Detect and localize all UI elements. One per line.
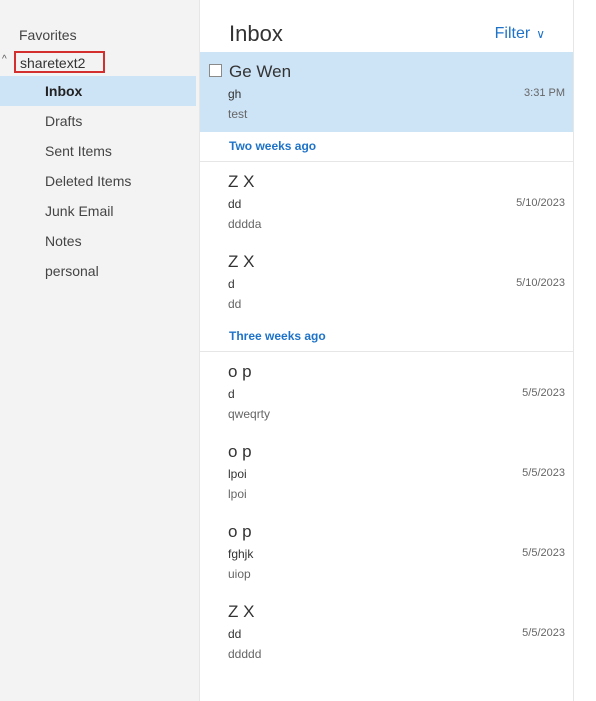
folder-sent-items[interactable]: Sent Items (0, 136, 196, 166)
chevron-down-icon: ∨ (536, 27, 545, 41)
group-label: Two weeks ago (229, 139, 317, 153)
account-highlight-box: sharetext2 (14, 51, 105, 73)
message-subject: dd (228, 627, 242, 641)
message-time: 5/10/2023 (516, 277, 565, 289)
message-sender: o p (228, 522, 252, 541)
message-item[interactable]: Z X dd dddda 5/10/2023 (200, 162, 573, 242)
account-label[interactable]: sharetext2 (20, 55, 85, 71)
message-preview: test (228, 107, 248, 121)
folder-deleted-items[interactable]: Deleted Items (0, 166, 196, 196)
message-sender: o p (228, 442, 252, 461)
message-list-pane: Inbox Filter ∨ Ge Wen gh test 3:31 PM Two… (200, 0, 573, 701)
folder-junk-email[interactable]: Junk Email (0, 196, 196, 226)
folder-notes[interactable]: Notes (0, 226, 196, 256)
message-time: 5/10/2023 (516, 197, 565, 209)
message-preview: dddda (228, 217, 262, 231)
message-item-selected[interactable]: Ge Wen gh test 3:31 PM (200, 52, 573, 132)
message-item[interactable]: o p d qweqrty 5/5/2023 (200, 352, 573, 432)
message-subject: d (228, 387, 235, 401)
message-subject: fghjk (228, 547, 254, 561)
favorites-header[interactable]: Favorites (19, 27, 77, 43)
message-time: 5/5/2023 (522, 387, 565, 399)
folder-inbox[interactable]: Inbox (0, 76, 196, 106)
group-header-three-weeks: Three weeks ago (200, 321, 573, 352)
message-sender: Z X (228, 172, 255, 191)
message-sender: Ge Wen (229, 62, 292, 81)
account-row[interactable]: ^ sharetext2 (0, 51, 199, 75)
message-preview: lpoi (228, 487, 247, 501)
select-checkbox[interactable] (209, 64, 222, 77)
chevron-up-icon[interactable]: ^ (2, 54, 7, 65)
group-label: Three weeks ago (229, 329, 326, 343)
message-subject: dd (228, 197, 242, 211)
message-subject: lpoi (228, 467, 247, 481)
message-time: 5/5/2023 (522, 627, 565, 639)
message-subject: gh (228, 87, 242, 101)
message-preview: uiop (228, 567, 251, 581)
message-time: 5/5/2023 (522, 547, 565, 559)
message-preview: ddddd (228, 647, 262, 661)
message-sender: o p (228, 362, 252, 381)
message-sender: Z X (228, 252, 255, 271)
group-header-two-weeks: Two weeks ago (200, 131, 573, 162)
message-item[interactable]: Z X d dd 5/10/2023 (200, 242, 573, 322)
message-item[interactable]: Z X dd ddddd 5/5/2023 (200, 592, 573, 672)
folder-personal[interactable]: personal (0, 256, 196, 286)
message-preview: dd (228, 297, 242, 311)
reading-pane (574, 0, 596, 701)
message-item[interactable]: o p fghjk uiop 5/5/2023 (200, 512, 573, 592)
message-preview: qweqrty (228, 407, 271, 421)
filter-button[interactable]: Filter ∨ (495, 25, 545, 43)
page-title: Inbox (229, 21, 283, 46)
message-subject: d (228, 277, 235, 291)
message-time: 3:31 PM (524, 87, 565, 99)
folder-drafts[interactable]: Drafts (0, 106, 196, 136)
message-sender: Z X (228, 602, 255, 621)
message-time: 5/5/2023 (522, 467, 565, 479)
filter-label: Filter (494, 25, 531, 42)
folder-pane: Favorites ^ sharetext2 Inbox Drafts Sent… (0, 0, 200, 701)
message-item[interactable]: o p lpoi lpoi 5/5/2023 (200, 432, 573, 512)
